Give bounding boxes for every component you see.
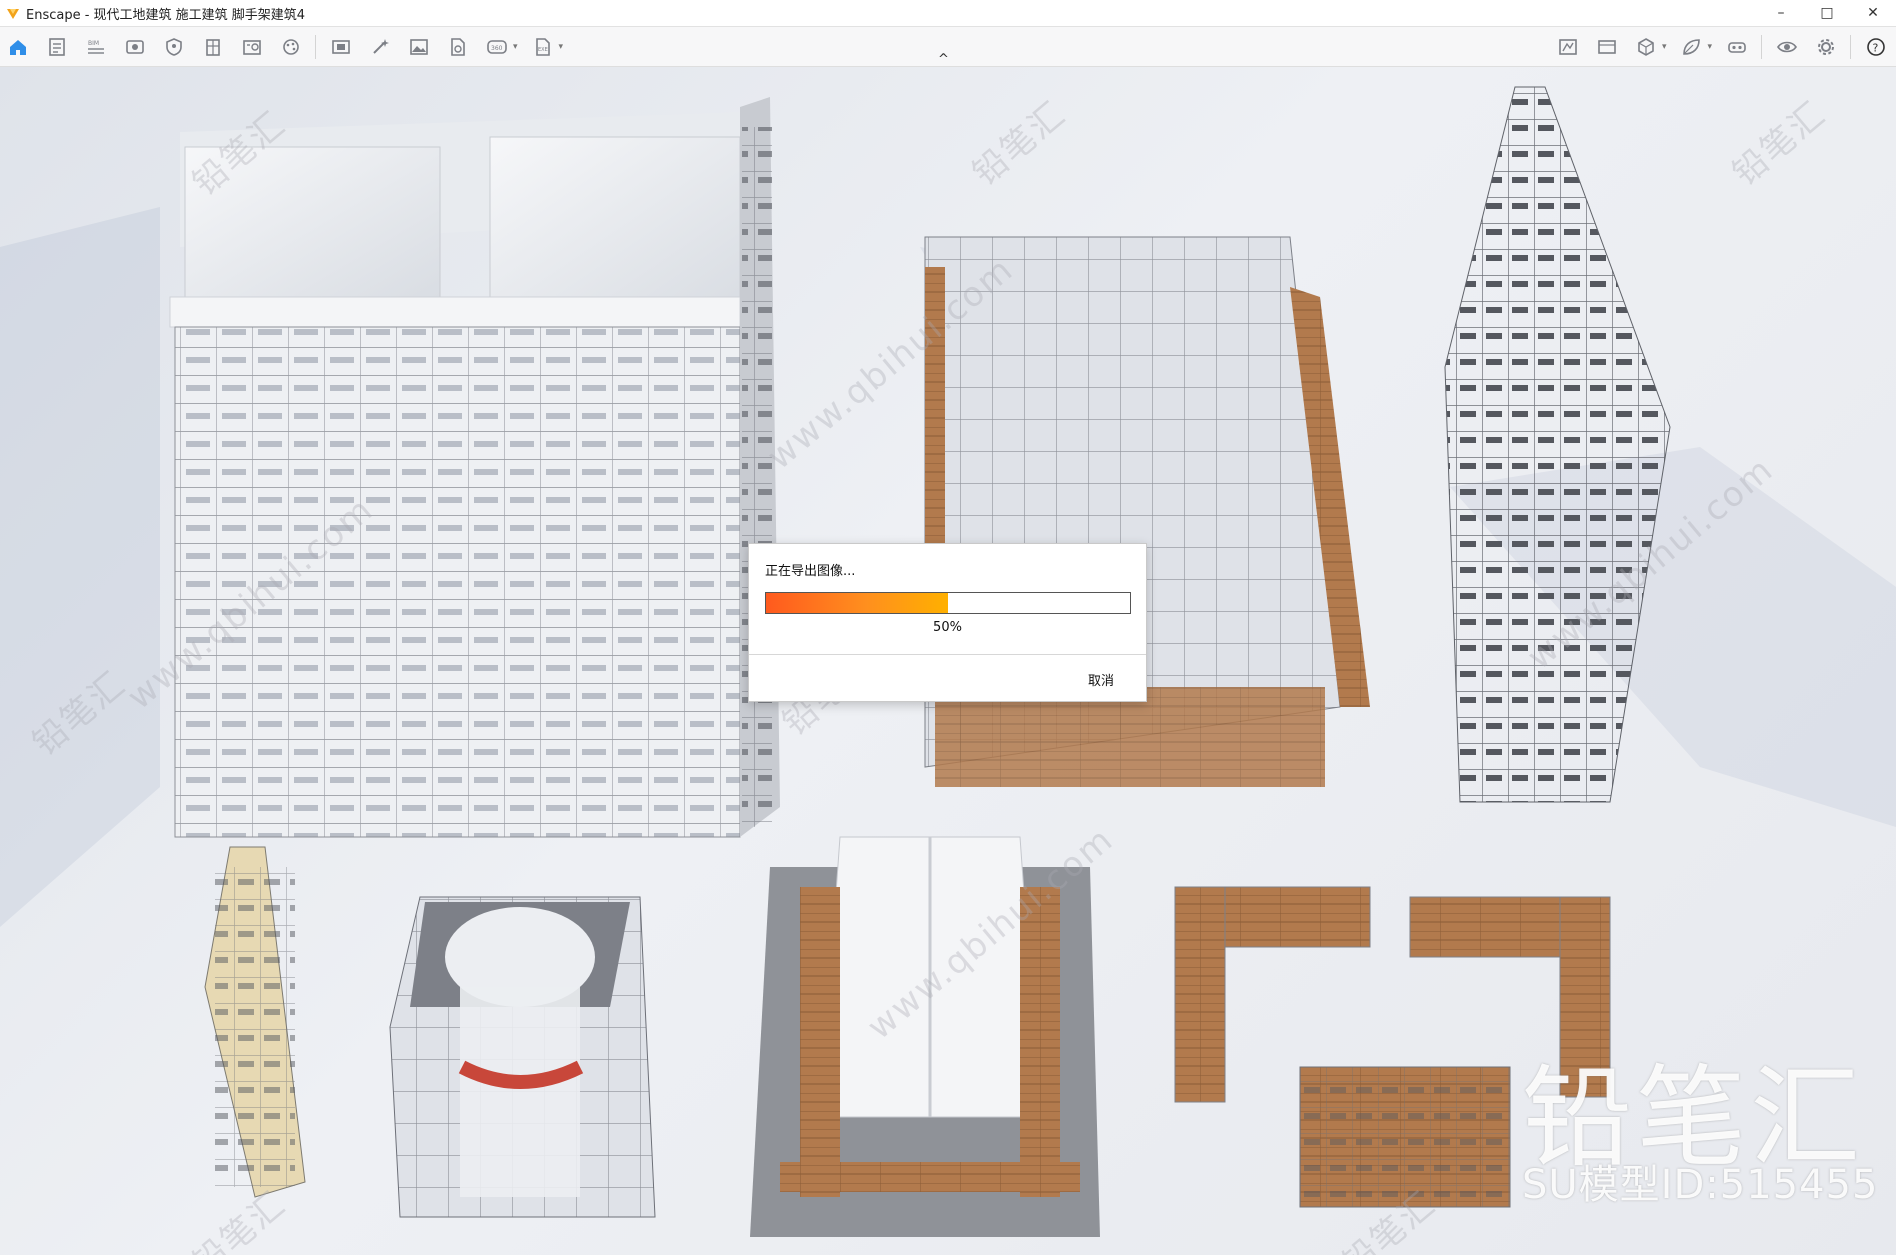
vr-headset-icon[interactable] [1723, 33, 1751, 61]
dialog-divider [749, 654, 1146, 655]
help-icon[interactable]: ? [1862, 33, 1890, 61]
chevron-down-icon[interactable]: ▾ [1707, 42, 1712, 52]
shield-icon[interactable] [160, 33, 188, 61]
info-panel-icon[interactable] [238, 33, 266, 61]
frame-building-model [924, 236, 1370, 787]
bim-label: BIM [88, 40, 99, 47]
palette-icon[interactable] [277, 33, 305, 61]
model-id-watermark: SU模型ID:515455 [1522, 1162, 1879, 1208]
collapse-toolbar-arrow[interactable]: ^ [938, 52, 949, 67]
progress-fill [766, 593, 948, 613]
settings-icon[interactable] [1812, 33, 1840, 61]
maximize-icon[interactable]: □ [1804, 0, 1850, 26]
toolbar-separator [1761, 34, 1762, 59]
visibility-icon[interactable] [1773, 33, 1801, 61]
chevron-down-icon[interactable]: ▾ [559, 42, 564, 52]
chevron-down-icon[interactable]: ▾ [1662, 42, 1667, 52]
tall-building-model [169, 97, 780, 838]
home-icon[interactable] [4, 33, 32, 61]
window-title: Enscape - 现代工地建筑 施工建筑 脚手架建筑4 [26, 7, 306, 23]
cube-icon[interactable] [1632, 33, 1660, 61]
panorama-360-icon[interactable]: 360 [483, 33, 511, 61]
enscape-logo-icon [7, 9, 19, 19]
progress-percent: 50% [933, 620, 962, 635]
close-icon[interactable]: ✕ [1850, 0, 1896, 26]
image-icon[interactable] [405, 33, 433, 61]
export-file-icon[interactable] [444, 33, 472, 61]
toolbar-right-group: ▾ ▾ ? [1543, 27, 1890, 66]
building-icon[interactable] [199, 33, 227, 61]
minimize-icon[interactable]: – [1758, 0, 1804, 26]
narrow-scaffold-model [204, 846, 306, 1198]
exe-label: EXE [538, 47, 548, 53]
window-controls: – □ ✕ [1758, 0, 1896, 26]
panorama-label: 360 [491, 45, 503, 52]
leaf-icon[interactable] [1677, 33, 1705, 61]
bim-icon[interactable]: BIM [82, 33, 110, 61]
map-icon[interactable] [1554, 33, 1582, 61]
toolbar-separator [315, 34, 316, 59]
export-progress-dialog: 正在导出图像... 50% 取消 [748, 543, 1147, 702]
svg-text:?: ? [1873, 41, 1879, 54]
export-progress-bar [765, 592, 1131, 614]
view-image-icon[interactable] [1593, 33, 1621, 61]
screenshot-icon[interactable] [327, 33, 355, 61]
export-status-message: 正在导出图像... [765, 564, 856, 579]
chevron-down-icon[interactable]: ▾ [513, 42, 518, 52]
exe-export-icon[interactable]: EXE [529, 33, 557, 61]
toolbar-separator [1850, 34, 1851, 59]
cancel-button[interactable]: 取消 [1088, 670, 1114, 689]
eye-view-icon[interactable] [121, 33, 149, 61]
title-bar: Enscape - 现代工地建筑 施工建筑 脚手架建筑4 – □ ✕ [0, 0, 1896, 27]
silo-scaffold-model [389, 896, 656, 1218]
magic-wand-icon[interactable] [366, 33, 394, 61]
document-icon[interactable] [43, 33, 71, 61]
